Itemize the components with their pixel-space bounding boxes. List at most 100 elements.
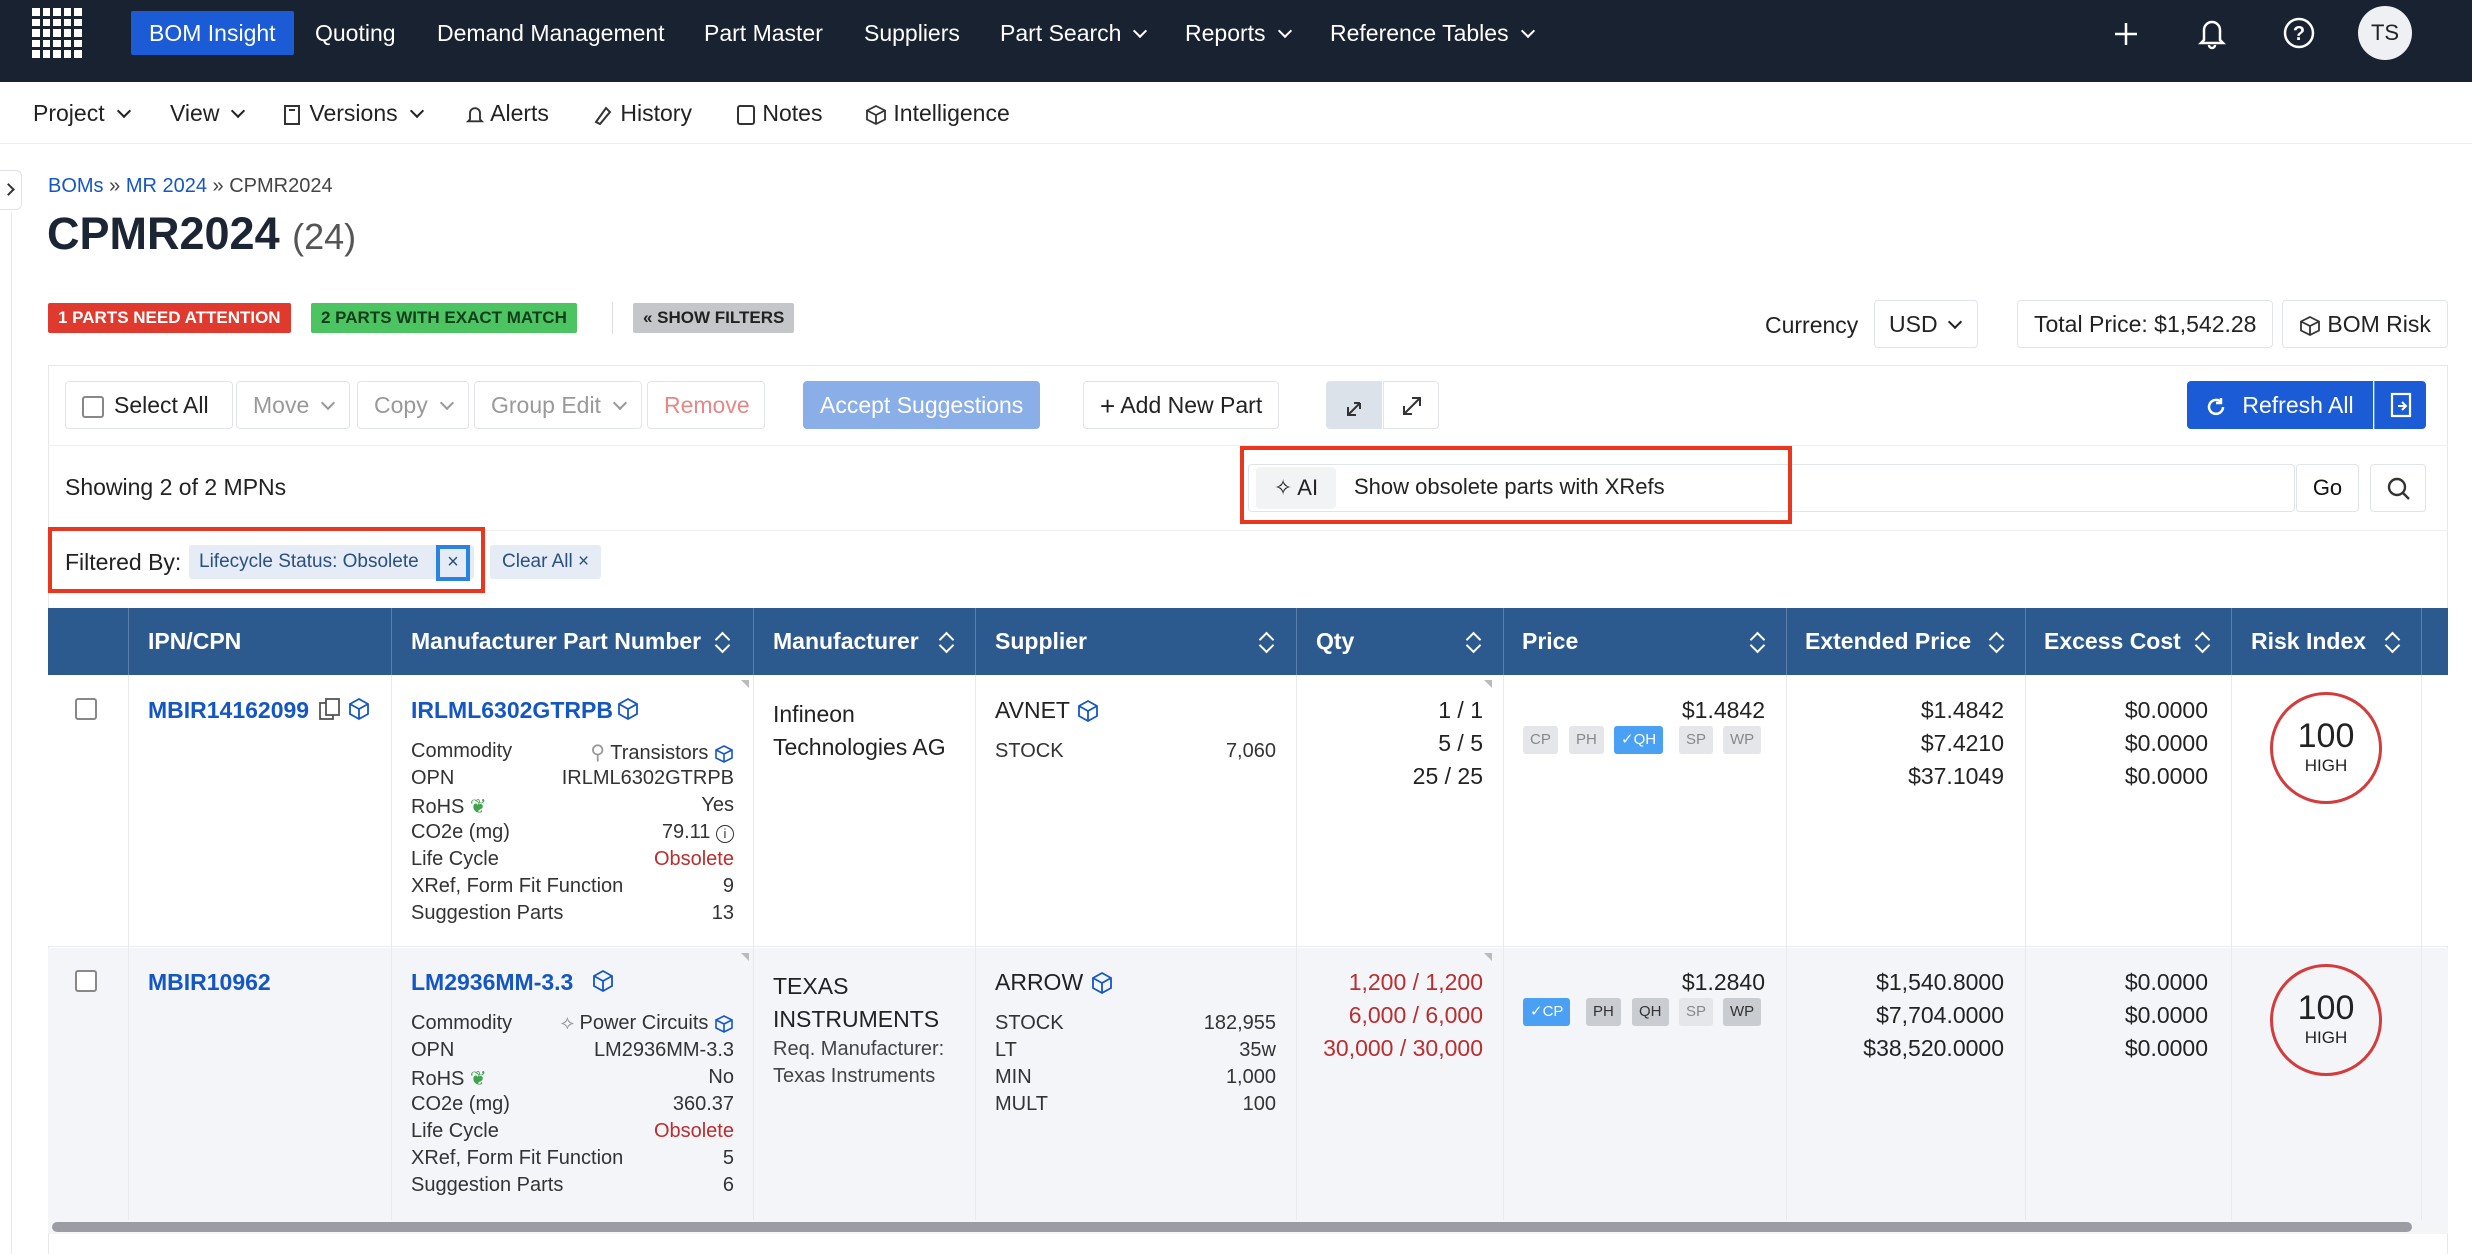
nav-part-search[interactable]: Part Search bbox=[1000, 18, 1148, 48]
ipn-link[interactable]: MBIR14162099 bbox=[148, 697, 309, 724]
col-supplier[interactable]: Supplier bbox=[995, 608, 1285, 675]
price-source-cp[interactable]: CP bbox=[1523, 726, 1558, 754]
attr-value[interactable]: 6 bbox=[723, 1174, 734, 1197]
row-checkbox[interactable] bbox=[75, 698, 97, 720]
remove-button[interactable]: Remove bbox=[647, 381, 765, 429]
col-excess-cost[interactable]: Excess Cost bbox=[2044, 608, 2220, 675]
sidebar-toggle[interactable] bbox=[0, 170, 22, 210]
menu-view[interactable]: View bbox=[170, 100, 246, 127]
attr-label: Commodity bbox=[411, 740, 513, 762]
qty-value[interactable]: 5 / 5 bbox=[1438, 730, 1483, 757]
nav-quoting[interactable]: Quoting bbox=[315, 18, 396, 48]
menu-history[interactable]: History bbox=[592, 100, 692, 127]
refresh-all-button[interactable]: Refresh All bbox=[2187, 381, 2373, 429]
col-risk-index[interactable]: Risk Index bbox=[2251, 608, 2411, 675]
col-mpn[interactable]: Manufacturer Part Number bbox=[411, 608, 741, 675]
supplier-name[interactable]: ARROW bbox=[995, 969, 1114, 997]
qty-value[interactable]: 25 / 25 bbox=[1413, 763, 1483, 790]
move-button[interactable]: Move bbox=[236, 381, 351, 429]
risk-level: HIGH bbox=[2304, 1028, 2348, 1047]
attr-label: Suggestion Parts bbox=[411, 1174, 564, 1196]
attr-label: OPN bbox=[411, 1039, 455, 1061]
manufacturer-name: Infineon Technologies AG bbox=[773, 698, 946, 764]
attr-value[interactable]: 9 bbox=[723, 875, 734, 898]
commodity-value: Transistors bbox=[610, 742, 709, 764]
breadcrumb-current: CPMR2024 bbox=[229, 175, 333, 197]
mpn-link[interactable]: IRLML6302GTRPB bbox=[411, 697, 613, 724]
col-manufacturer-label: Manufacturer bbox=[773, 628, 919, 654]
add-new-part-button[interactable]: + Add New Part bbox=[1083, 381, 1280, 429]
risk-index-gauge[interactable]: 100 HIGH bbox=[2270, 692, 2382, 804]
nav-reports[interactable]: Reports bbox=[1185, 18, 1292, 48]
price-source-sp[interactable]: SP bbox=[1679, 998, 1714, 1026]
nav-demand-management[interactable]: Demand Management bbox=[437, 18, 665, 48]
expand-rows-button[interactable] bbox=[1383, 381, 1439, 429]
col-extended-price[interactable]: Extended Price bbox=[1805, 608, 2015, 675]
group-edit-button[interactable]: Group Edit bbox=[474, 381, 642, 429]
price-source-wp[interactable]: WP bbox=[1723, 726, 1762, 754]
nav-suppliers[interactable]: Suppliers bbox=[864, 18, 960, 48]
breadcrumb-boms[interactable]: BOMs bbox=[48, 175, 104, 197]
nav-bom-insight[interactable]: BOM Insight bbox=[131, 11, 294, 55]
copy-button[interactable]: Copy bbox=[357, 381, 469, 429]
menu-versions[interactable]: Versions bbox=[283, 100, 424, 127]
cube-icon[interactable] bbox=[591, 969, 615, 1000]
col-price[interactable]: Price bbox=[1522, 608, 1776, 675]
accept-suggestions-button[interactable]: Accept Suggestions bbox=[803, 381, 1041, 429]
nav-reference-tables[interactable]: Reference Tables bbox=[1330, 18, 1535, 48]
menu-notes[interactable]: Notes bbox=[736, 100, 822, 127]
col-ipn-cpn[interactable]: IPN/CPN bbox=[148, 608, 241, 675]
avatar[interactable]: TS bbox=[2358, 6, 2412, 60]
horizontal-scrollbar-thumb[interactable] bbox=[52, 1222, 2412, 1232]
col-manufacturer[interactable]: Manufacturer bbox=[773, 608, 963, 675]
price-source-wp[interactable]: WP bbox=[1723, 998, 1762, 1026]
price-source-sp[interactable]: SP bbox=[1679, 726, 1714, 754]
help-icon[interactable]: ? bbox=[2282, 16, 2316, 50]
cube-icon bbox=[1091, 971, 1112, 994]
checkbox[interactable] bbox=[82, 395, 104, 418]
risk-level: HIGH bbox=[2304, 756, 2348, 775]
ipn-link[interactable]: MBIR10962 bbox=[148, 969, 271, 996]
app-grid-icon[interactable] bbox=[32, 8, 82, 58]
select-all-checkbox[interactable]: Select All bbox=[65, 381, 233, 429]
price-source-ph[interactable]: PH bbox=[1586, 998, 1621, 1026]
qty-value[interactable]: 30,000 / 30,000 bbox=[1323, 1035, 1483, 1062]
parts-attention-badge[interactable]: 1 PARTS NEED ATTENTION bbox=[48, 303, 291, 333]
menu-alerts[interactable]: Alerts bbox=[465, 100, 549, 127]
cube-icon[interactable] bbox=[347, 697, 371, 728]
nav-part-master[interactable]: Part Master bbox=[704, 18, 823, 48]
exact-match-badge[interactable]: 2 PARTS WITH EXACT MATCH bbox=[311, 303, 577, 333]
supplier-name[interactable]: AVNET bbox=[995, 697, 1100, 725]
attr-label: Life Cycle bbox=[411, 1120, 499, 1142]
price-source-cp[interactable]: ✓CP bbox=[1523, 998, 1571, 1026]
menu-intelligence[interactable]: Intelligence bbox=[865, 100, 1010, 127]
show-filters-button[interactable]: « SHOW FILTERS bbox=[633, 303, 795, 333]
attr-value[interactable]: 5 bbox=[723, 1147, 734, 1170]
mpn-link[interactable]: LM2936MM-3.3 bbox=[411, 969, 573, 996]
export-button[interactable] bbox=[2374, 381, 2426, 429]
table-row[interactable] bbox=[48, 675, 2448, 947]
currency-select[interactable]: USD bbox=[1874, 300, 1978, 348]
bell-icon[interactable] bbox=[2196, 16, 2228, 50]
clear-all-chip[interactable]: Clear All × bbox=[490, 545, 602, 579]
risk-index-gauge[interactable]: 100 HIGH bbox=[2270, 964, 2382, 1076]
qty-value[interactable]: 1 / 1 bbox=[1438, 697, 1483, 724]
qty-value[interactable]: 6,000 / 6,000 bbox=[1349, 1002, 1483, 1029]
cube-icon[interactable] bbox=[616, 697, 640, 728]
menu-project[interactable]: Project bbox=[33, 100, 131, 127]
plus-icon[interactable] bbox=[2112, 20, 2140, 48]
row-checkbox[interactable] bbox=[75, 970, 97, 992]
qty-value[interactable]: 1,200 / 1,200 bbox=[1349, 969, 1483, 996]
col-qty[interactable]: Qty bbox=[1316, 608, 1492, 675]
price-source-ph[interactable]: PH bbox=[1569, 726, 1604, 754]
go-button[interactable]: Go bbox=[2296, 464, 2359, 512]
price-source-qh[interactable]: ✓QH bbox=[1614, 726, 1664, 754]
info-icon[interactable]: i bbox=[716, 825, 734, 843]
collapse-rows-button[interactable] bbox=[1326, 381, 1382, 429]
price-source-qh[interactable]: QH bbox=[1632, 998, 1669, 1026]
search-button[interactable] bbox=[2370, 464, 2426, 512]
attr-value[interactable]: 13 bbox=[712, 902, 734, 925]
bom-risk-button[interactable]: BOM Risk bbox=[2282, 300, 2448, 348]
copy-icon[interactable] bbox=[318, 697, 342, 728]
breadcrumb-mr-2024[interactable]: MR 2024 bbox=[126, 175, 207, 197]
